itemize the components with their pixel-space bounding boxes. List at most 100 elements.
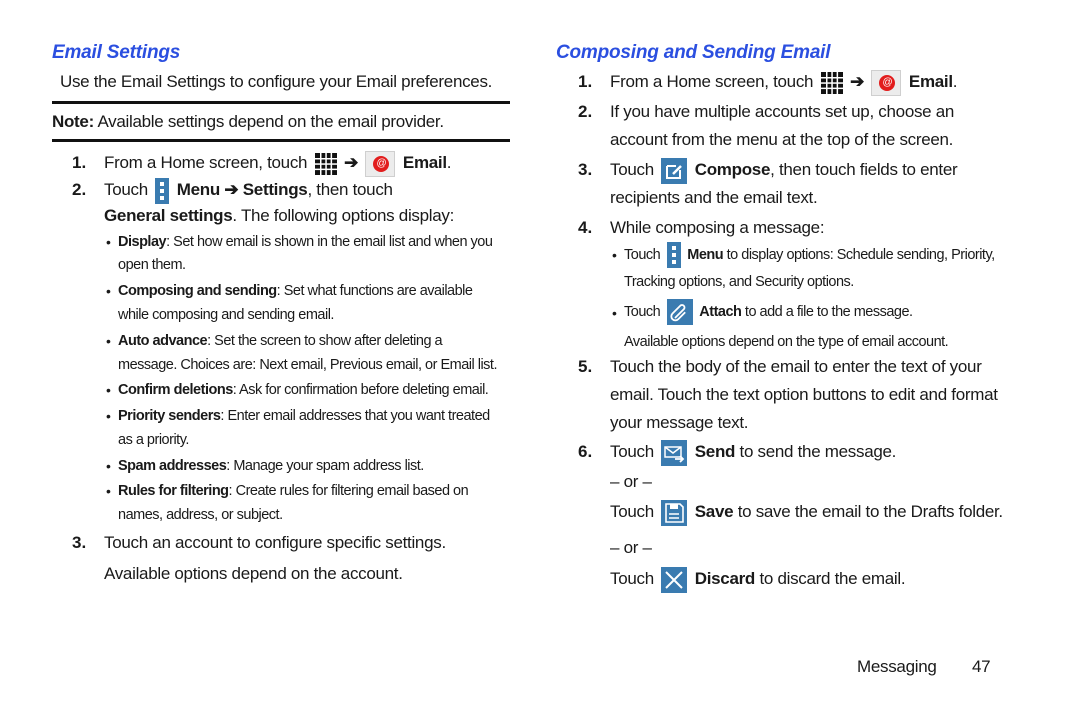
bullet-cont: message. Choices are: Next email, Previo… bbox=[118, 357, 497, 373]
compose-label: Compose bbox=[694, 160, 771, 179]
punct: . bbox=[952, 72, 958, 91]
bullet-attach: Touch Attach to add a file to the messag… bbox=[624, 299, 913, 326]
bullet-text: : Set what functions are available bbox=[276, 283, 473, 299]
email-label: Email bbox=[402, 153, 447, 172]
footer-section: Messaging bbox=[857, 657, 937, 676]
step-3-line2: recipients and the email text. bbox=[610, 188, 818, 207]
step-number: 3. bbox=[72, 533, 87, 552]
step-3-line1: Touch an account to configure specific s… bbox=[104, 533, 446, 552]
apps-grid-icon bbox=[820, 71, 843, 94]
bullet-dot: • bbox=[106, 234, 111, 250]
step-text: to save the email to the Drafts folder. bbox=[733, 502, 1003, 521]
page-number: 47 bbox=[972, 657, 991, 676]
bullet-dot: • bbox=[612, 247, 617, 263]
menu-icon bbox=[155, 177, 170, 204]
bullet-text: Touch bbox=[624, 247, 661, 263]
save-floppy-icon bbox=[661, 499, 688, 526]
step-text: Touch bbox=[610, 502, 654, 521]
bullet-confirm-deletions: Confirm deletions: Ask for confirmation … bbox=[118, 381, 489, 399]
step-3: Touch Compose, then touch fields to ente… bbox=[610, 157, 958, 184]
step-5-line1: Touch the body of the email to enter the… bbox=[610, 357, 982, 376]
settings-label: Settings bbox=[242, 180, 308, 199]
step-text: to discard the email. bbox=[755, 569, 906, 588]
step-2: Touch Menu ➔ Settings, then touch bbox=[104, 177, 393, 204]
bullet-dot: • bbox=[106, 483, 111, 499]
step-1: From a Home screen, touch ➔ Email. bbox=[104, 150, 452, 177]
bullet-text: to display options: Schedule sending, Pr… bbox=[723, 247, 996, 263]
bullet-rules-filtering: Rules for filtering: Create rules for fi… bbox=[118, 482, 469, 500]
send-label: Send bbox=[694, 442, 736, 461]
bullet-label: Rules for filtering bbox=[118, 483, 229, 499]
step-text: From a Home screen, touch bbox=[104, 153, 308, 172]
step-number: 4. bbox=[578, 218, 593, 237]
save-label: Save bbox=[694, 502, 734, 521]
step-4: While composing a message: bbox=[610, 218, 825, 237]
bullet-text: : Ask for confirmation before deleting e… bbox=[232, 382, 489, 398]
bullet-label: Priority senders bbox=[118, 408, 221, 424]
bullet-dot: • bbox=[106, 458, 111, 474]
send-icon bbox=[661, 439, 688, 466]
step-text: Touch bbox=[610, 569, 654, 588]
bullet-dot: • bbox=[106, 382, 111, 398]
bullet-label: Auto advance bbox=[118, 333, 208, 349]
attach-label: Attach bbox=[699, 304, 742, 320]
bullet-dot: • bbox=[612, 305, 617, 321]
bullet-priority-senders: Priority senders: Enter email addresses … bbox=[118, 407, 490, 425]
apps-grid-icon bbox=[314, 152, 337, 175]
bullet-label: Display bbox=[118, 234, 167, 250]
bullet-text: to add a file to the message. bbox=[741, 304, 913, 320]
email-label: Email bbox=[908, 72, 953, 91]
attach-paperclip-icon bbox=[666, 299, 693, 326]
note-text: Available settings depend on the email p… bbox=[93, 112, 444, 131]
step-text: to send the message. bbox=[735, 442, 897, 461]
general-settings-label: General settings bbox=[104, 206, 233, 225]
bullet-text: Touch bbox=[624, 304, 661, 320]
bullet-display: Display: Set how email is shown in the e… bbox=[118, 233, 493, 251]
step-number: 5. bbox=[578, 357, 593, 376]
step-1: From a Home screen, touch ➔ Email. bbox=[610, 69, 958, 96]
step-2-line2: General settings. The following options … bbox=[104, 206, 454, 226]
bullet-dot: • bbox=[106, 283, 111, 299]
email-app-icon bbox=[365, 150, 396, 177]
menu-label: Menu bbox=[176, 180, 220, 199]
step-2-line1: If you have multiple accounts set up, ch… bbox=[610, 102, 955, 121]
menu-label: Menu bbox=[687, 247, 724, 263]
bullet-label: Spam addresses bbox=[118, 458, 227, 474]
step-text: , then touch bbox=[307, 180, 393, 199]
step-number: 3. bbox=[578, 160, 593, 179]
divider bbox=[52, 101, 510, 104]
step-number: 1. bbox=[72, 153, 87, 172]
bullet-composing: Composing and sending: Set what function… bbox=[118, 282, 473, 300]
step-text: . The following options display: bbox=[232, 206, 455, 225]
bullet-menu: Touch Menu to display options: Schedule … bbox=[624, 242, 996, 269]
bullet-text: : Manage your spam address list. bbox=[226, 458, 424, 474]
bullet-auto-advance: Auto advance: Set the screen to show aft… bbox=[118, 332, 443, 350]
arrow-icon: ➔ bbox=[344, 153, 359, 172]
step-number: 1. bbox=[578, 72, 593, 91]
or-separator: – or – bbox=[610, 472, 652, 491]
save-line: Touch Save to save the email to the Draf… bbox=[610, 499, 1003, 526]
step-text: Touch bbox=[104, 180, 148, 199]
bullet-cont: open them. bbox=[118, 257, 186, 273]
step-2-line2: account from the menu at the top of the … bbox=[610, 130, 954, 149]
bullet-dot: • bbox=[106, 333, 111, 349]
bullet-cont: names, address, or subject. bbox=[118, 507, 283, 523]
bullet-dot: • bbox=[106, 408, 111, 424]
step-5-line2: email. Touch the text option buttons to … bbox=[610, 385, 998, 404]
discard-line: Touch Discard to discard the email. bbox=[610, 566, 906, 593]
bullet-text: : Set the screen to show after deleting … bbox=[207, 333, 443, 349]
step-text: Touch bbox=[610, 160, 654, 179]
step-text: , then touch fields to enter bbox=[770, 160, 958, 179]
bullet-cont: while composing and sending email. bbox=[118, 307, 334, 323]
step-number: 6. bbox=[578, 442, 593, 461]
arrow-icon: ➔ bbox=[224, 180, 239, 199]
step-3-line2: Available options depend on the account. bbox=[104, 564, 403, 583]
step-text: From a Home screen, touch bbox=[610, 72, 814, 91]
step-number: 2. bbox=[72, 180, 87, 199]
divider bbox=[52, 139, 510, 142]
bullet-cont: as a priority. bbox=[118, 432, 189, 448]
bullet-cont: Tracking options, and Security options. bbox=[624, 274, 854, 290]
section-title-email-settings: Email Settings bbox=[52, 42, 181, 63]
note-label: Note: bbox=[52, 112, 94, 131]
step-6: Touch Send to send the message. bbox=[610, 439, 896, 466]
